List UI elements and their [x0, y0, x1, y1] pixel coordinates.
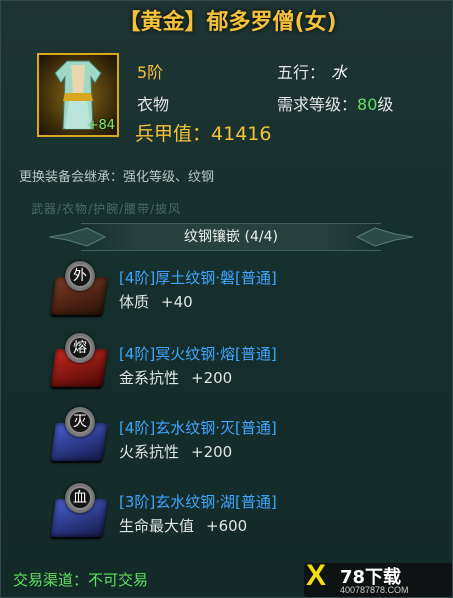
gem-stat-label: 生命最大值 — [119, 517, 195, 535]
watermark-logo: X 78下载 400787878.COM — [304, 559, 452, 597]
gem-name: [4阶]玄水纹钢·灭[普通] — [119, 419, 277, 437]
gem-ring: 外 — [65, 261, 95, 291]
item-type: 衣物 — [137, 95, 170, 114]
gem-icon: 血 — [47, 479, 111, 541]
gem-icon: 熔 — [47, 329, 111, 391]
element-label: 五行： — [277, 63, 326, 82]
enhance-level: +84 — [87, 118, 115, 133]
gem-ring: 血 — [65, 483, 95, 513]
gem-glyph: 血 — [70, 488, 90, 508]
gem-stat-value: +200 — [191, 443, 233, 461]
item-tier: 5阶 — [137, 63, 164, 82]
gem-ring: 熔 — [65, 333, 95, 363]
gem-section-header: 纹钢镶嵌 (4/4) — [48, 223, 414, 251]
trade-channel: 交易渠道：不可交易 — [13, 571, 149, 589]
item-tooltip-panel: 【黄金】郁多罗僧(女) +84 5阶 五行： 水 衣物 需求等级：80级 兵甲值：… — [0, 0, 453, 598]
right-ornament-icon — [355, 227, 414, 247]
item-title: 【黄金】郁多罗僧(女) — [118, 10, 337, 35]
gem-name: [3阶]玄水纹钢·湖[普通] — [119, 493, 277, 511]
power-label: 兵甲值： — [135, 123, 212, 145]
watermark-site: 400787878.COM — [340, 585, 409, 595]
gem-glyph: 灭 — [70, 412, 90, 432]
level-requirement: 需求等级：80级 — [277, 91, 393, 115]
gem-icon: 外 — [47, 257, 111, 319]
gem-stat-label: 火系抗性 — [119, 443, 180, 461]
armor-value: 兵甲值：41416 — [135, 119, 271, 146]
level-label: 需求等级： — [277, 95, 358, 114]
inherit-note: 更换装备会继承：强化等级、纹钢 — [19, 170, 215, 185]
gem-stat-value: +200 — [191, 369, 233, 387]
faded-tabs: 武器/衣物/护腕/腰带/披风 — [31, 202, 182, 216]
element-attr: 五行： 水 — [277, 59, 347, 83]
gem-ring: 灭 — [65, 407, 95, 437]
gem-stat: 火系抗性 +200 — [119, 441, 232, 462]
gem-stat-value: +600 — [206, 517, 248, 535]
x-logo-icon: X — [306, 559, 327, 592]
level-unit: 级 — [377, 95, 394, 114]
gem-icon: 灭 — [47, 403, 111, 465]
gem-glyph: 外 — [70, 266, 90, 286]
gem-name: [4阶]厚土纹钢·磐[普通] — [119, 269, 277, 287]
power-value: 41416 — [211, 123, 272, 145]
gem-stat: 生命最大值 +600 — [119, 515, 247, 536]
gem-stat-label: 体质 — [119, 293, 150, 311]
section-title: 纹钢镶嵌 (4/4) — [184, 229, 278, 245]
gem-stat: 金系抗性 +200 — [119, 367, 232, 388]
gem-stat-label: 金系抗性 — [119, 369, 180, 387]
left-ornament-icon — [48, 227, 107, 247]
element-value: 水 — [331, 63, 348, 82]
item-icon: +84 — [37, 53, 119, 137]
gem-name: [4阶]冥火纹钢·熔[普通] — [119, 345, 277, 363]
gem-glyph: 熔 — [70, 338, 90, 358]
gem-stat-value: +40 — [161, 293, 193, 311]
gem-stat: 体质 +40 — [119, 291, 193, 312]
level-value: 80 — [357, 95, 378, 114]
